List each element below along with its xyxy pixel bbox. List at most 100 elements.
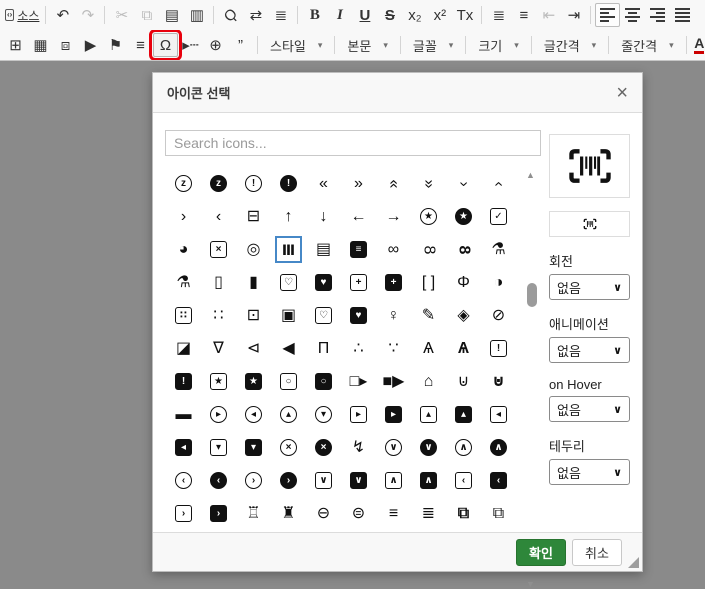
icon-bench[interactable]: Π [306, 332, 341, 365]
icon-arrow-up[interactable]: ↑ [271, 200, 306, 233]
icon-database-filled[interactable]: ≣ [411, 497, 446, 530]
icon-church-filled[interactable]: ♜ [271, 497, 306, 530]
icon-circle-caret-up-outline[interactable]: ▴ [271, 398, 306, 431]
icon-cctv-outline[interactable]: ⊲ [236, 332, 271, 365]
icon-eraser[interactable]: ◪ [166, 332, 201, 365]
icon-chart-line-down[interactable]: ↯ [341, 431, 376, 464]
icon-cctv-filled[interactable]: ◀ [271, 332, 306, 365]
icon-square-chevron-right-filled[interactable]: › [201, 497, 236, 530]
icon-square-chevron-down-filled[interactable]: ∨ [341, 464, 376, 497]
icon-book-plus-filled[interactable]: + [376, 266, 411, 299]
letter-spacing-dropdown[interactable]: 글간격 ▾ [536, 33, 604, 57]
close-icon[interactable]: × [616, 83, 628, 103]
icon-database-outline[interactable]: ≡ [376, 497, 411, 530]
icon-basketball-filled[interactable]: ◕ [166, 233, 201, 266]
icon-square-chevron-up-outline[interactable]: ∧ [376, 464, 411, 497]
bulleted-list-button[interactable]: ≡ [511, 3, 536, 27]
source-button[interactable]: ‹› 소스 [3, 3, 41, 27]
on-hover-select[interactable]: 없음 ∨ [549, 396, 630, 422]
font-dropdown[interactable]: 글꼴 ▾ [405, 33, 461, 57]
strikethrough-button[interactable]: S [377, 3, 402, 27]
style-dropdown[interactable]: 스타일 ▾ [262, 33, 330, 57]
rotation-select[interactable]: 없음 ∨ [549, 274, 630, 300]
numbered-list-button[interactable]: ≣ [486, 3, 511, 27]
icon-basketball-outline[interactable]: ◎ [236, 233, 271, 266]
icon-brain-outline[interactable]: Φ [446, 266, 481, 299]
icon-binoculars[interactable]: ∞ [376, 233, 411, 266]
icon-goblet[interactable]: ♀ [376, 299, 411, 332]
icon-brackets[interactable]: [ ] [411, 266, 446, 299]
icon-calendar-star-outline[interactable]: ★ [201, 365, 236, 398]
undo-button[interactable]: ↶ [50, 3, 75, 27]
icon-browser-filled[interactable]: ▣ [271, 299, 306, 332]
icon-cart-item-filled[interactable]: ⊍ [481, 365, 516, 398]
icon-book-outline[interactable]: ▯ [201, 266, 236, 299]
icon-camera-cctv-filled[interactable]: ▬ [166, 398, 201, 431]
icon-calendar-exclamation-outline[interactable]: ! [481, 332, 516, 365]
decrease-indent-button[interactable]: ⇤ [536, 3, 561, 27]
underline-button[interactable]: U [352, 3, 377, 27]
format-dropdown[interactable]: 본문 ▾ [339, 33, 395, 57]
cut-button[interactable]: ✂ [109, 3, 134, 27]
copy-button[interactable]: ⧉ [134, 3, 159, 27]
scroll-down-icon[interactable]: ▼ [526, 580, 535, 589]
paste-button[interactable]: ▤ [159, 3, 184, 27]
icon-bone-filled[interactable]: 8 [446, 233, 481, 266]
framed-image-button[interactable]: ⧈ [53, 33, 78, 57]
icon-square-chevron-left-filled[interactable]: ‹ [481, 464, 516, 497]
icon-arrow-right[interactable]: → [376, 200, 411, 233]
icon-capsule[interactable]: ⊘ [481, 299, 516, 332]
icon-webcam-filled[interactable]: ○ [306, 365, 341, 398]
icon-network-tree-outline[interactable]: Ѧ [411, 332, 446, 365]
icon-square-caret-up-filled[interactable]: ▴ [446, 398, 481, 431]
image-button[interactable]: ▦ [28, 33, 53, 57]
icon-square-chevron-down-outline[interactable]: ∨ [306, 464, 341, 497]
subscript-button[interactable]: x₂ [402, 3, 427, 27]
line-height-dropdown[interactable]: 줄간격 ▾ [613, 33, 681, 57]
icon-test-tube[interactable]: ✎ [411, 299, 446, 332]
icon-share-nodes-outline[interactable]: ∴ [341, 332, 376, 365]
icon-arrow-left[interactable]: ← [341, 200, 376, 233]
icon-square-chevron-up-filled[interactable]: ∧ [411, 464, 446, 497]
icon-braille-dots[interactable]: ∷ [201, 299, 236, 332]
page-break-button[interactable]: ▸┄ [178, 33, 203, 57]
icon-chevrons-down[interactable]: » [411, 167, 446, 200]
icon-square-caret-right-filled[interactable]: ▸ [376, 398, 411, 431]
icon-backpack[interactable]: ⌂ [411, 365, 446, 398]
align-left-button[interactable] [595, 3, 621, 27]
replace-button[interactable]: ⇄ [243, 3, 268, 27]
icon-chevrons-right[interactable]: » [341, 167, 376, 200]
icon-square-caret-down-outline[interactable]: ▾ [201, 431, 236, 464]
icon-video-camera-outline[interactable]: □▸ [341, 365, 376, 398]
icon-badge-star-outline[interactable]: ★ [411, 200, 446, 233]
align-justify-button[interactable] [670, 3, 695, 27]
icon-chevron-down[interactable]: › [446, 167, 481, 200]
icon-flask-outline[interactable]: ⚗ [481, 233, 516, 266]
increase-indent-button[interactable]: ⇥ [561, 3, 586, 27]
icon-circle-chevron-up-outline[interactable]: ∧ [446, 431, 481, 464]
icon-calendar-star-filled[interactable]: ★ [236, 365, 271, 398]
icon-video-camera-filled[interactable]: ■▶ [376, 365, 411, 398]
icon-alarm-snooze-filled[interactable]: z [201, 167, 236, 200]
icon-square-caret-right-outline[interactable]: ▸ [341, 398, 376, 431]
icon-chevron-left[interactable]: ‹ [201, 200, 236, 233]
icon-alarm-exclamation-filled[interactable]: ! [271, 167, 306, 200]
italic-button[interactable]: I [327, 3, 352, 27]
icon-blanket-filled[interactable]: ≡ [341, 233, 376, 266]
text-color-button[interactable]: A▾ [691, 33, 705, 57]
icon-shield-x-filled[interactable]: × [306, 431, 341, 464]
icon-church-outline[interactable]: ♖ [236, 497, 271, 530]
icon-drum-filled[interactable]: ⊜ [341, 497, 376, 530]
icon-book-heart-outline[interactable]: ♡ [271, 266, 306, 299]
cancel-button[interactable]: 취소 [572, 538, 622, 566]
icon-braille-box[interactable]: ∷ [166, 299, 201, 332]
confirm-button[interactable]: 확인 [516, 538, 566, 566]
icon-circle-chevron-right-filled[interactable]: › [271, 464, 306, 497]
icon-circle-chevron-right-outline[interactable]: › [236, 464, 271, 497]
icon-square-caret-down-filled[interactable]: ▾ [236, 431, 271, 464]
icon-book-heart-filled[interactable]: ♥ [306, 266, 341, 299]
select-all-button[interactable]: ≣ [268, 3, 293, 27]
icon-alarm-snooze-outline[interactable]: z [166, 167, 201, 200]
border-select[interactable]: 없음 ∨ [549, 459, 630, 485]
icon-circle-chevron-down-outline[interactable]: ∨ [376, 431, 411, 464]
